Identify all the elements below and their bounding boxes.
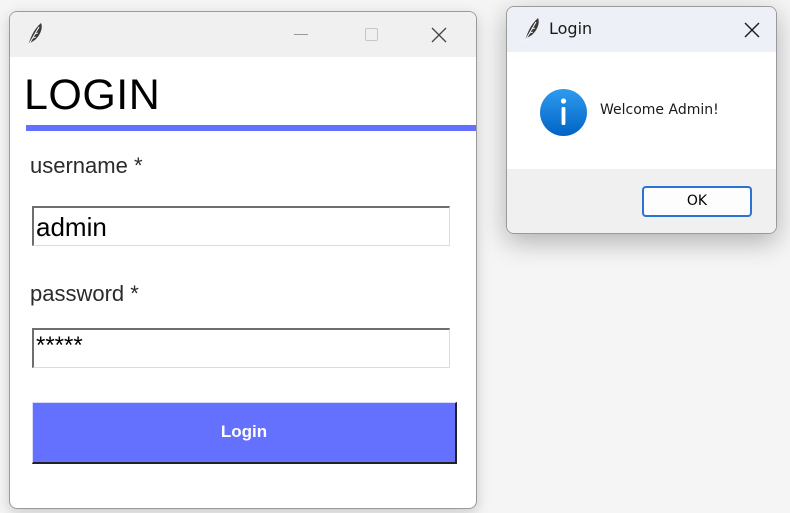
desktop: LOGIN username * admin password * ***** … (0, 0, 790, 513)
username-label: username * (30, 153, 143, 178)
info-icon (539, 88, 588, 137)
heading-underline (26, 125, 476, 131)
login-button[interactable]: Login (32, 402, 457, 464)
password-input[interactable]: ***** (32, 328, 450, 368)
minimize-icon (294, 34, 308, 35)
message-dialog: Login Welcome Admin! OK (506, 6, 777, 234)
username-input[interactable]: admin (32, 206, 450, 246)
dialog-close-button[interactable] (730, 7, 776, 52)
close-icon (744, 22, 760, 38)
login-heading: LOGIN (24, 71, 161, 119)
dialog-title: Login (549, 19, 593, 38)
password-label: password * (30, 281, 139, 306)
maximize-icon (365, 28, 378, 41)
dialog-message: Welcome Admin! (600, 102, 719, 118)
login-window-titlebar[interactable] (10, 12, 476, 57)
ok-button[interactable]: OK (642, 186, 752, 217)
dialog-footer: OK (507, 169, 776, 233)
dialog-titlebar[interactable]: Login (507, 7, 776, 52)
close-icon (431, 27, 447, 43)
maximize-button[interactable] (336, 12, 406, 57)
minimize-button[interactable] (266, 12, 336, 57)
close-button[interactable] (406, 12, 476, 57)
login-window: LOGIN username * admin password * ***** … (9, 11, 477, 509)
feather-icon (522, 16, 542, 42)
feather-icon (25, 21, 45, 47)
